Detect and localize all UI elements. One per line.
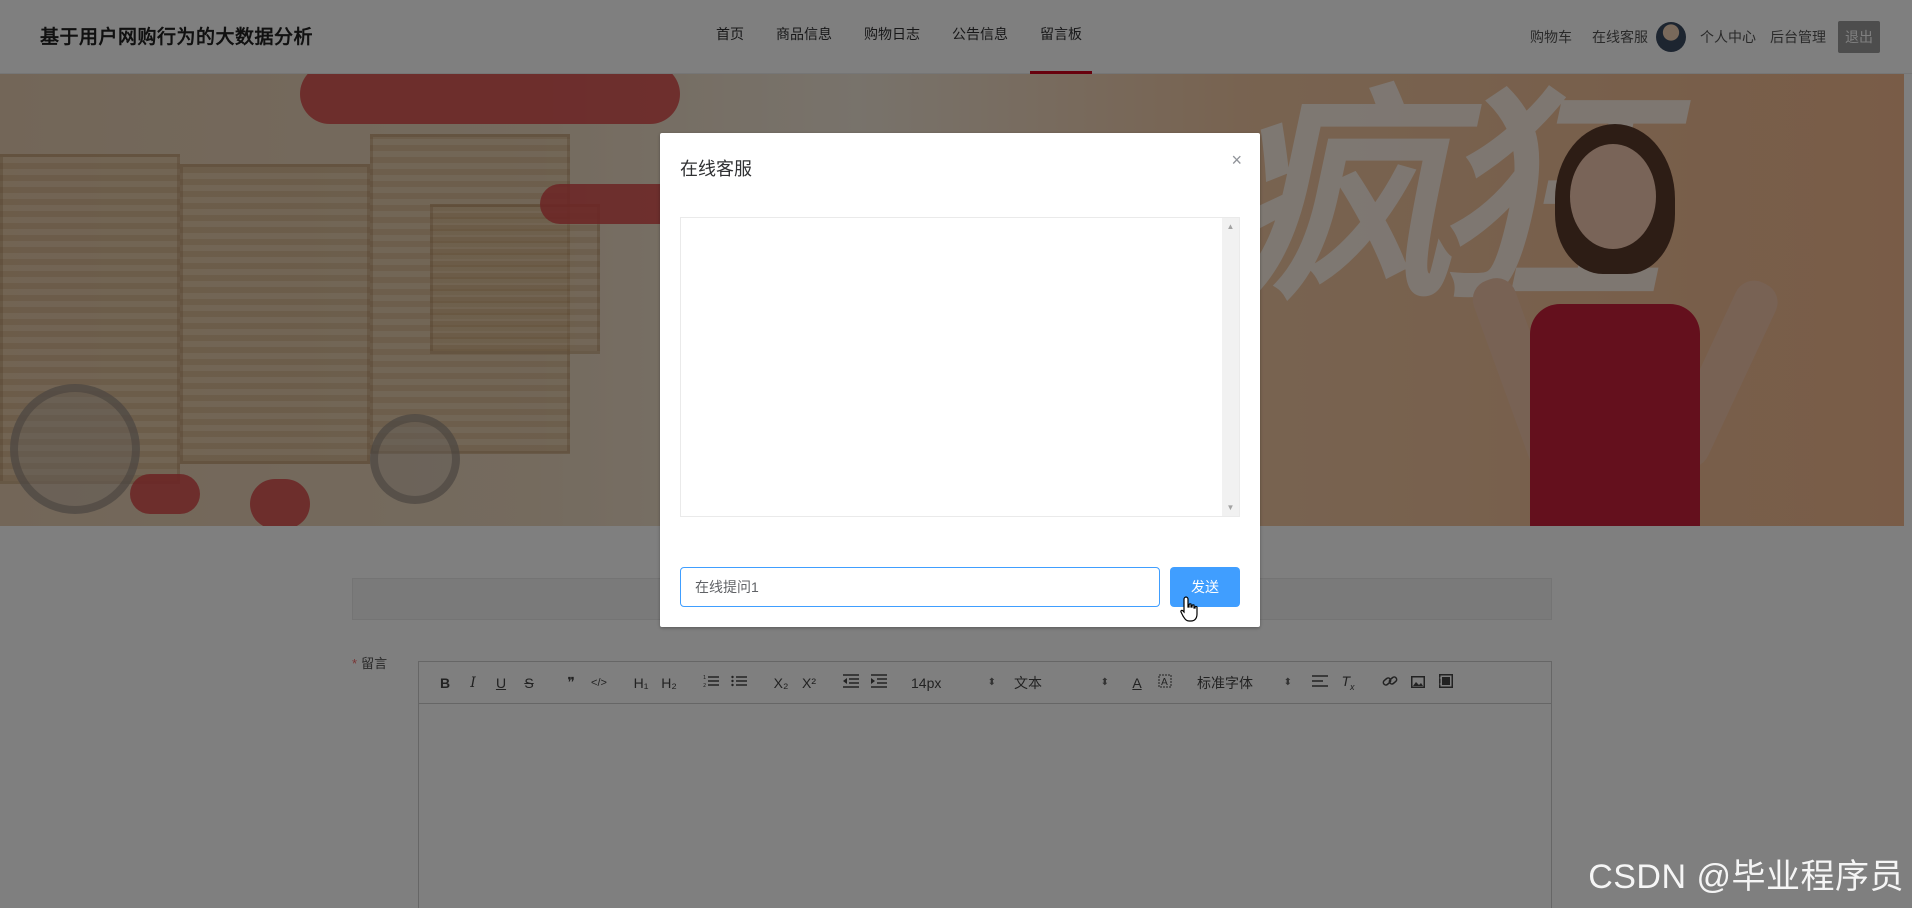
close-icon[interactable]: ×	[1231, 151, 1242, 169]
pointer-cursor-icon	[1180, 596, 1198, 622]
watermark: CSDN @毕业程序员	[1588, 858, 1904, 896]
scroll-up-icon[interactable]: ▲	[1222, 222, 1239, 231]
chat-messages-area[interactable]: ▲ ▼	[680, 217, 1240, 517]
dialog-title: 在线客服	[680, 159, 752, 179]
chat-scrollbar[interactable]: ▲ ▼	[1222, 218, 1239, 516]
online-service-dialog: 在线客服 × ▲ ▼ 发送	[660, 133, 1260, 627]
chat-message-input[interactable]	[680, 567, 1160, 607]
scroll-down-icon[interactable]: ▼	[1222, 503, 1239, 512]
